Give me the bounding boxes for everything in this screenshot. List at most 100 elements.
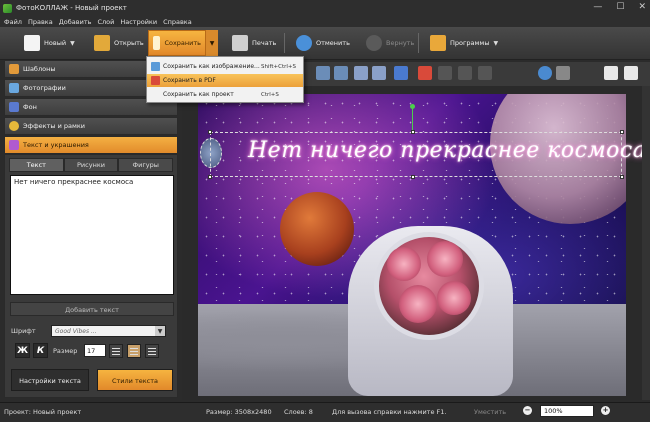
canvas-caption[interactable]: Нет ничего прекраснее космоса bbox=[248, 138, 646, 163]
effects-disabled-icon[interactable] bbox=[478, 66, 492, 80]
red-planet bbox=[280, 192, 354, 266]
resize-handle[interactable] bbox=[411, 130, 415, 134]
lock-icon[interactable] bbox=[556, 66, 570, 80]
subtab-shapes[interactable]: Фигуры bbox=[118, 158, 174, 172]
fit-button[interactable]: Уместить bbox=[474, 408, 506, 416]
rose bbox=[427, 241, 463, 277]
font-select[interactable]: Good Vibes ... ▼ bbox=[51, 325, 166, 337]
text-panel: Текст Рисунки Фигуры Нет ничего прекрасн… bbox=[4, 154, 178, 398]
menu-item-save-image[interactable]: Сохранить как изображение... Shift+Ctrl+… bbox=[147, 60, 303, 73]
page-settings-icon[interactable] bbox=[624, 66, 638, 80]
zoom-out-icon[interactable]: − bbox=[523, 406, 532, 415]
text-subtabs: Текст Рисунки Фигуры bbox=[9, 158, 174, 172]
align-left-icon bbox=[112, 348, 120, 349]
menu-item-save-pdf[interactable]: Сохранить в PDF bbox=[147, 74, 303, 87]
crop-icon[interactable] bbox=[438, 66, 452, 80]
align-center-button[interactable] bbox=[127, 344, 141, 358]
menu-layer[interactable]: Слой bbox=[97, 18, 114, 26]
subtab-text[interactable]: Текст bbox=[9, 158, 64, 172]
maximize-icon[interactable]: ☐ bbox=[616, 2, 624, 12]
status-help: Для вызова справки нажмите F1. bbox=[332, 408, 447, 416]
printer-icon bbox=[232, 35, 248, 51]
flip-horizontal-icon[interactable] bbox=[354, 66, 368, 80]
tab-text-decorations[interactable]: Текст и украшения bbox=[4, 136, 178, 154]
rotate-icon[interactable] bbox=[458, 66, 472, 80]
undo-button[interactable]: Отменить bbox=[292, 30, 354, 56]
align-right-button[interactable] bbox=[145, 344, 159, 358]
bring-forward-icon[interactable] bbox=[316, 66, 330, 80]
print-label: Печать bbox=[252, 39, 277, 47]
folder-icon bbox=[94, 35, 110, 51]
resize-handle[interactable] bbox=[620, 130, 624, 134]
tab-effects[interactable]: Эффекты и рамки bbox=[4, 117, 178, 135]
window-title: ФотоКОЛЛАЖ - Новый проект bbox=[16, 4, 127, 12]
print-button[interactable]: Печать bbox=[228, 30, 280, 56]
title-bar: ФотоКОЛЛАЖ - Новый проект — ☐ ✕ bbox=[0, 0, 650, 16]
text-settings-button[interactable]: Настройки текста bbox=[11, 369, 89, 391]
menu-edit[interactable]: Правка bbox=[28, 18, 53, 26]
background-icon bbox=[9, 102, 19, 112]
right-scrollbar[interactable] bbox=[642, 86, 650, 400]
resize-handle[interactable] bbox=[208, 175, 212, 179]
size-value: 17 bbox=[87, 347, 96, 355]
helmet-visor bbox=[374, 232, 484, 340]
redo-label: Вернуть bbox=[386, 39, 415, 47]
rose bbox=[437, 281, 471, 315]
gear-icon[interactable] bbox=[538, 66, 552, 80]
send-backward-icon[interactable] bbox=[334, 66, 348, 80]
minimize-icon[interactable]: — bbox=[593, 2, 602, 12]
size-stepper[interactable]: 17 bbox=[84, 344, 106, 357]
italic-button[interactable]: К bbox=[33, 343, 48, 358]
close-icon[interactable]: ✕ bbox=[638, 2, 646, 12]
text-input[interactable]: Нет ничего прекраснее космоса bbox=[10, 175, 174, 295]
tab-label: Фон bbox=[23, 103, 37, 111]
delete-icon[interactable] bbox=[418, 66, 432, 80]
rose bbox=[387, 247, 421, 281]
menu-item-shortcut: Ctrl+S bbox=[261, 91, 279, 98]
zoom-select[interactable]: 100% bbox=[540, 405, 594, 417]
menu-file[interactable]: Файл bbox=[4, 18, 22, 26]
page-icon[interactable] bbox=[604, 66, 618, 80]
menu-settings[interactable]: Настройки bbox=[120, 18, 157, 26]
new-button[interactable]: Новый ▼ bbox=[20, 30, 79, 56]
menu-item-save-project[interactable]: Сохранить как проект Ctrl+S bbox=[147, 88, 303, 101]
resize-handle[interactable] bbox=[208, 130, 212, 134]
flip-vertical-icon[interactable] bbox=[372, 66, 386, 80]
programs-button[interactable]: Программы ▼ bbox=[426, 30, 502, 56]
align-icon[interactable] bbox=[394, 66, 408, 80]
zoom-in-icon[interactable]: + bbox=[601, 406, 610, 415]
gift-icon bbox=[430, 35, 446, 51]
save-button[interactable]: Сохранить bbox=[148, 30, 206, 56]
add-text-button[interactable]: Добавить текст bbox=[10, 302, 174, 316]
undo-icon bbox=[296, 35, 312, 51]
pdf-icon bbox=[151, 76, 160, 85]
bold-button[interactable]: Ж bbox=[15, 343, 30, 358]
rotate-handle-line bbox=[412, 109, 413, 132]
image-icon bbox=[151, 62, 160, 71]
photos-icon bbox=[9, 83, 19, 93]
text-styles-button[interactable]: Стили текста bbox=[97, 369, 173, 391]
menu-help[interactable]: Справка bbox=[163, 18, 192, 26]
redo-button[interactable]: Вернуть bbox=[362, 30, 418, 56]
align-left-button[interactable] bbox=[109, 344, 123, 358]
chevron-down-icon: ▼ bbox=[493, 39, 499, 47]
window-controls: — ☐ ✕ bbox=[593, 2, 646, 12]
menu-bar: Файл Правка Добавить Слой Настройки Спра… bbox=[0, 16, 650, 27]
app-icon bbox=[3, 3, 12, 13]
save-dropdown-button[interactable]: ▼ bbox=[206, 30, 218, 56]
rose bbox=[399, 285, 437, 323]
menu-item-label: Сохранить как проект bbox=[163, 91, 234, 98]
menu-add[interactable]: Добавить bbox=[59, 18, 92, 26]
open-button[interactable]: Открыть bbox=[90, 30, 148, 56]
menu-item-label: Сохранить как изображение... bbox=[163, 63, 260, 70]
resize-handle[interactable] bbox=[411, 175, 415, 179]
resize-handle[interactable] bbox=[620, 175, 624, 179]
undo-label: Отменить bbox=[316, 39, 350, 47]
effects-icon bbox=[9, 121, 19, 131]
new-label: Новый bbox=[44, 39, 67, 47]
tab-label: Текст и украшения bbox=[23, 141, 89, 149]
templates-icon bbox=[9, 64, 19, 74]
open-label: Открыть bbox=[114, 39, 144, 47]
tab-label: Эффекты и рамки bbox=[23, 122, 86, 130]
subtab-pictures[interactable]: Рисунки bbox=[63, 158, 119, 172]
